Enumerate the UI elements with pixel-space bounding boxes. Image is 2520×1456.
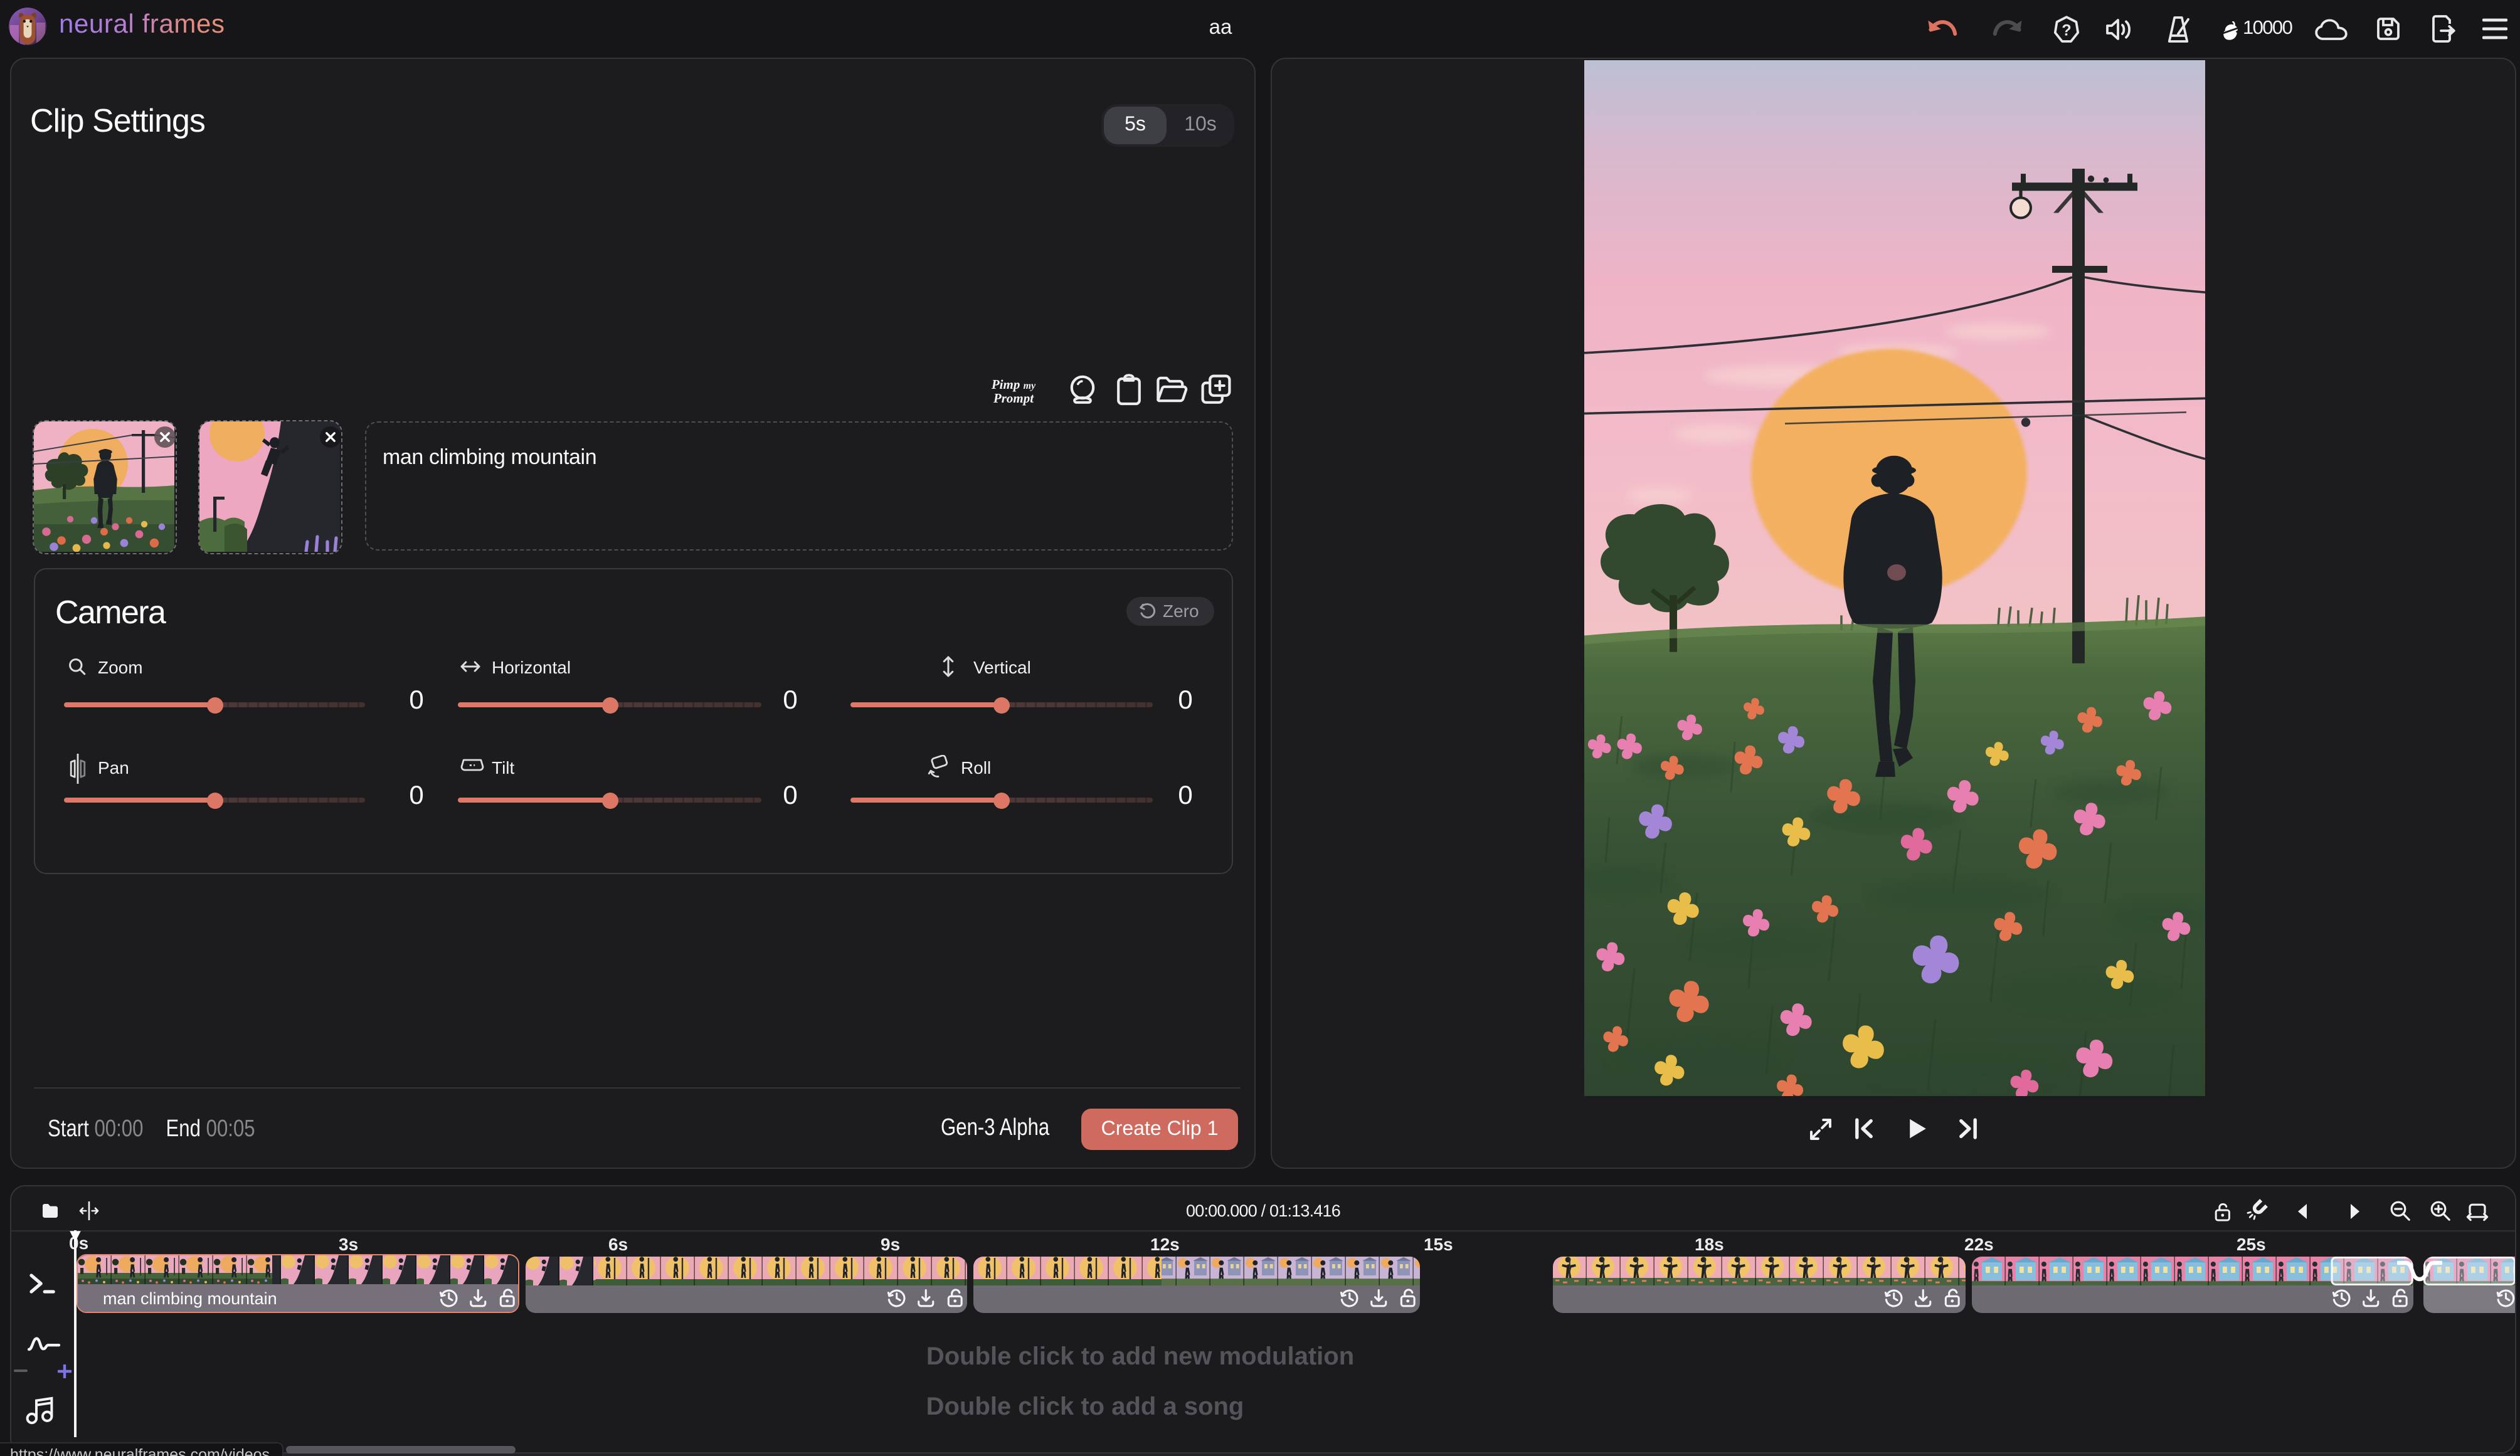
svg-text:?: ? (2062, 21, 2071, 39)
